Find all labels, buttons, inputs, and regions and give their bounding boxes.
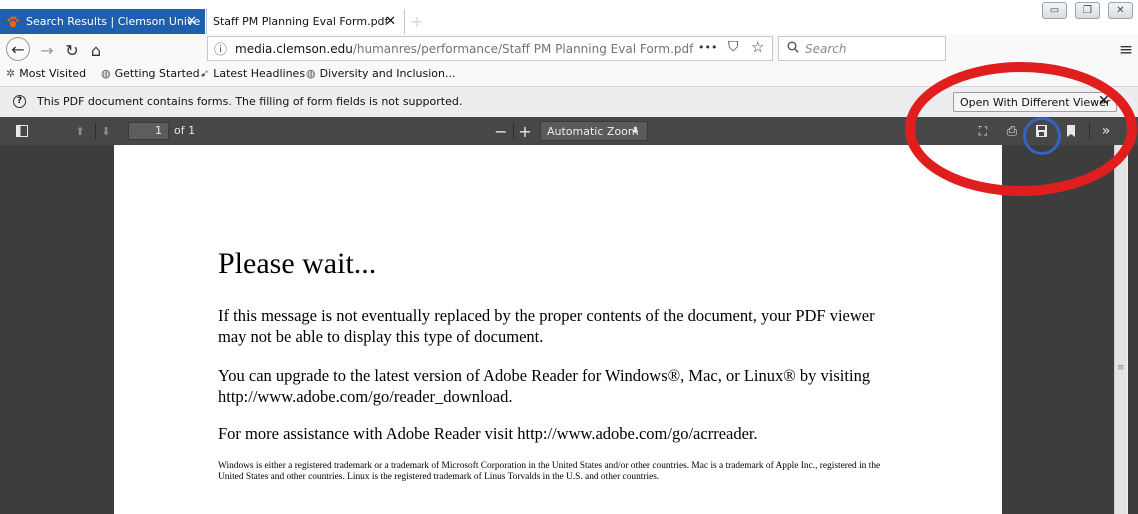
grip-icon: ≡ — [1117, 363, 1125, 373]
blue-highlight-circle — [1023, 117, 1061, 155]
restore-button[interactable]: ❐ — [1075, 2, 1100, 19]
bookmark-diversity[interactable]: ◍ Diversity and Inclusion... — [306, 67, 456, 80]
reload-icon: ↻ — [65, 40, 79, 60]
hamburger-menu-icon: ≡ — [1118, 40, 1134, 60]
forward-arrow-icon: → — [40, 40, 54, 60]
bookmark-label: Most Visited — [19, 67, 87, 80]
url-bar[interactable]: ⓘ media.clemson.edu/humanres/performance… — [207, 36, 773, 61]
page-number-input[interactable]: 1 — [128, 122, 169, 140]
tab-strip: Search Results | Clemson Unive ✕ Staff P… — [0, 0, 1138, 34]
bookmark-star-icon[interactable]: ☆ — [751, 38, 764, 56]
help-icon: ? — [13, 95, 26, 108]
plus-icon: + — [518, 121, 532, 141]
bookmark-label: Getting Started — [114, 67, 200, 80]
url-host: media.clemson.edu — [235, 41, 353, 56]
zoom-out-button[interactable]: − — [493, 121, 509, 141]
zoom-value: Automatic Zoom — [547, 124, 639, 138]
scrollbar-thumb[interactable]: ≡ — [1115, 145, 1127, 514]
down-arrow-icon: ⬇ — [101, 124, 111, 138]
zoom-in-button[interactable]: + — [517, 121, 533, 141]
bookmark-most-visited[interactable]: ✲ Most Visited — [6, 67, 86, 80]
bookmark-getting-started[interactable]: ◍ Getting Started — [101, 67, 200, 80]
close-tab-icon[interactable]: ✕ — [186, 14, 197, 29]
clemson-paw-icon — [6, 15, 20, 29]
search-icon — [787, 41, 799, 56]
url-path: /humanres/performance/Staff PM Planning … — [352, 41, 694, 56]
divider — [95, 123, 96, 139]
back-arrow-icon: ← — [11, 39, 25, 59]
pocket-icon[interactable]: ⛉ — [728, 39, 739, 55]
globe-icon: ◍ — [306, 67, 316, 80]
document-heading: Please wait... — [218, 247, 377, 280]
document-paragraph: You can upgrade to the latest version of… — [218, 366, 871, 406]
bookmark-latest-headlines[interactable]: ➹ Latest Headlines — [200, 67, 305, 80]
page-count: of 1 — [174, 124, 196, 137]
pdf-viewer-container[interactable]: Please wait... If this message is not ev… — [0, 145, 1138, 514]
select-arrows-icon: ⬍ — [631, 126, 639, 136]
window-close-button[interactable]: ✕ — [1108, 2, 1133, 19]
close-tab-icon[interactable]: ✕ — [385, 14, 396, 29]
new-tab-button[interactable]: + — [406, 9, 428, 34]
navigation-toolbar: ← → ↻ ⌂ ⓘ media.clemson.edu/humanres/per… — [0, 34, 1138, 64]
tab-search-results[interactable]: Search Results | Clemson Unive ✕ — [0, 9, 205, 34]
rss-icon: ➹ — [200, 67, 210, 80]
home-button[interactable]: ⌂ — [86, 39, 106, 61]
bookmark-label: Latest Headlines — [213, 67, 306, 80]
forward-button[interactable]: → — [37, 39, 57, 61]
minimize-icon: ▭ — [1049, 5, 1060, 16]
minus-icon: − — [494, 121, 508, 141]
page-actions-icon[interactable]: ••• — [698, 41, 717, 54]
bookmark-label: Diversity and Inclusion... — [319, 67, 456, 80]
tab-pdf[interactable]: Staff PM Planning Eval Form.pdf ✕ — [206, 9, 405, 34]
info-icon[interactable]: ⓘ — [214, 39, 227, 58]
red-highlight-circle — [905, 62, 1137, 196]
restore-icon: ❐ — [1083, 5, 1092, 16]
home-icon: ⌂ — [90, 40, 102, 60]
tab-label: Staff PM Planning Eval Form.pdf — [213, 15, 389, 28]
globe-icon: ◍ — [101, 67, 111, 80]
document-paragraph: If this message is not eventually replac… — [218, 306, 875, 346]
sidebar-toggle-button[interactable] — [14, 121, 30, 141]
document-paragraph: For more assistance with Adobe Reader vi… — [218, 424, 758, 443]
minimize-button[interactable]: ▭ — [1042, 2, 1067, 19]
pdf-page: Please wait... If this message is not ev… — [114, 145, 1002, 514]
close-icon: ✕ — [1116, 5, 1125, 16]
search-input[interactable]: Search — [778, 36, 946, 61]
tab-label: Search Results | Clemson Unive — [26, 15, 201, 28]
next-page-button[interactable]: ⬇ — [98, 121, 114, 141]
reload-button[interactable]: ↻ — [62, 39, 82, 61]
trademark-footnote: Windows is either a registered trademark… — [218, 461, 881, 482]
gear-icon: ✲ — [6, 67, 16, 80]
notification-text: This PDF document contains forms. The fi… — [37, 95, 463, 108]
zoom-select[interactable]: Automatic Zoom ⬍ — [540, 121, 648, 141]
previous-page-button[interactable]: ⬆ — [72, 121, 88, 141]
menu-button[interactable]: ≡ — [1118, 39, 1134, 61]
sidebar-toggle-icon — [16, 125, 28, 137]
divider — [513, 123, 514, 139]
back-button[interactable]: ← — [6, 37, 30, 61]
search-placeholder: Search — [805, 41, 847, 56]
up-arrow-icon: ⬆ — [75, 124, 85, 138]
